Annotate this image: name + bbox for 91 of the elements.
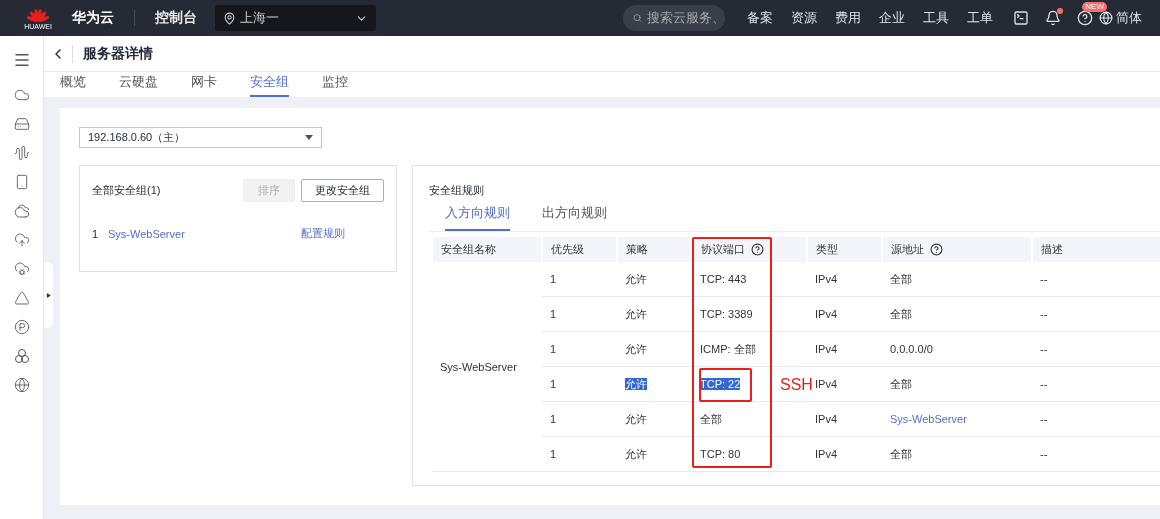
cloud-upload-icon[interactable] <box>13 232 30 248</box>
port-cell: 全部 <box>692 401 807 437</box>
group-name-cell: Sys-WebServer <box>432 262 542 472</box>
page-title: 服务器详情 <box>72 44 153 63</box>
help-icon[interactable] <box>930 243 943 256</box>
action-cell: 允许 <box>617 296 692 332</box>
triangle-icon[interactable] <box>13 290 30 306</box>
caret-down-icon <box>305 135 313 140</box>
search-field[interactable]: 搜索云服务、 <box>623 5 725 31</box>
console-link[interactable]: 控制台 <box>155 9 197 27</box>
panel-title: 全部安全组(1) <box>92 183 162 198</box>
page-tab[interactable]: 安全组 <box>250 72 289 97</box>
type-cell: IPv4 <box>807 331 882 367</box>
page-tab[interactable]: 概览 <box>60 72 86 97</box>
page-tab[interactable]: 云硬盘 <box>119 72 158 97</box>
configure-rules-link[interactable]: 配置规则 <box>301 226 345 241</box>
type-cell: IPv4 <box>807 262 882 297</box>
direction-tab[interactable]: 入方向规则 <box>445 204 510 231</box>
waveform-icon[interactable] <box>13 145 30 161</box>
globe-icon[interactable] <box>13 377 30 393</box>
source-cell: Sys-WebServer <box>882 401 1032 437</box>
nav-link[interactable]: 资源 <box>791 9 817 27</box>
menu-icon[interactable] <box>12 51 31 69</box>
column-header: 源地址 <box>882 237 1032 262</box>
search-icon <box>633 12 642 24</box>
port-cell: TCP: 3389 <box>692 296 807 332</box>
action-cell: 允许 <box>617 331 692 367</box>
priority-cell: 1 <box>542 262 617 297</box>
action-cell: 允许 <box>617 366 692 402</box>
priority-cell: 1 <box>542 401 617 437</box>
change-group-button[interactable]: 更改安全组 <box>301 179 384 202</box>
type-cell: IPv4 <box>807 436 882 472</box>
page-tab[interactable]: 监控 <box>322 72 348 97</box>
description-cell: -- <box>1032 436 1160 472</box>
column-header: 类型 <box>807 237 882 262</box>
priority-cell: 1 <box>542 296 617 332</box>
cloud-icon[interactable] <box>13 87 30 103</box>
parking-icon[interactable] <box>13 319 30 335</box>
clouds-icon[interactable] <box>13 203 30 219</box>
action-cell: 允许 <box>617 262 692 297</box>
nav-link[interactable]: 企业 <box>879 9 905 27</box>
circles-icon[interactable] <box>13 348 30 364</box>
source-cell: 全部 <box>882 436 1032 472</box>
port-cell: TCP: 443 <box>692 262 807 297</box>
priority-cell: 1 <box>542 331 617 367</box>
language-menu[interactable]: 简体 <box>1099 9 1142 27</box>
priority-cell: 1 <box>542 436 617 472</box>
help-icon[interactable] <box>751 243 764 256</box>
region-select[interactable]: 上海一 <box>215 5 376 31</box>
new-badge: NEW <box>1082 2 1107 12</box>
action-cell: 允许 <box>617 436 692 472</box>
source-cell: 全部 <box>882 296 1032 332</box>
nic-select[interactable]: 192.168.0.60（主） <box>79 127 322 148</box>
caret-icon <box>46 292 51 298</box>
port-cell: TCP: 80 <box>692 436 807 472</box>
action-cell: 允许 <box>617 401 692 437</box>
map-pin-icon <box>223 11 236 25</box>
collapse-toggle[interactable] <box>44 262 53 328</box>
port-cell: ICMP: 全部 <box>692 331 807 367</box>
nav-link[interactable]: 费用 <box>835 9 861 27</box>
page-tab[interactable]: 网卡 <box>191 72 217 97</box>
description-cell: -- <box>1032 401 1160 437</box>
cloud-gear-icon[interactable] <box>13 261 30 277</box>
nav-link[interactable]: 工具 <box>923 9 949 27</box>
priority-cell: 1 <box>542 366 617 402</box>
globe-icon <box>1099 11 1113 25</box>
description-cell: -- <box>1032 331 1160 367</box>
terminal-icon[interactable] <box>1013 10 1029 26</box>
column-header: 优先级 <box>542 237 617 262</box>
group-link[interactable]: Sys-WebServer <box>108 227 301 240</box>
type-cell: IPv4 <box>807 401 882 437</box>
direction-tab[interactable]: 出方向规则 <box>542 204 607 231</box>
description-cell: -- <box>1032 262 1160 297</box>
description-cell: -- <box>1032 296 1160 332</box>
type-cell: IPv4 <box>807 296 882 332</box>
group-index: 1 <box>92 227 100 240</box>
column-header: 安全组名称 <box>432 237 542 262</box>
column-header: 策略 <box>617 237 692 262</box>
description-cell: -- <box>1032 366 1160 402</box>
drive-icon[interactable] <box>13 116 30 132</box>
source-cell: 全部 <box>882 366 1032 402</box>
panel-title: 安全组规则 <box>429 184 484 196</box>
source-cell: 0.0.0.0/0 <box>882 331 1032 367</box>
bell-icon[interactable] <box>1045 10 1061 26</box>
nav-link[interactable]: 备案 <box>747 9 773 27</box>
logo-icon <box>27 6 49 23</box>
source-cell: 全部 <box>882 262 1032 297</box>
column-header: 描述 <box>1032 237 1160 262</box>
brand-name[interactable]: 华为云 <box>72 9 114 27</box>
column-header: 协议端口 <box>692 237 807 262</box>
nav-link[interactable]: 工单 <box>967 9 993 27</box>
